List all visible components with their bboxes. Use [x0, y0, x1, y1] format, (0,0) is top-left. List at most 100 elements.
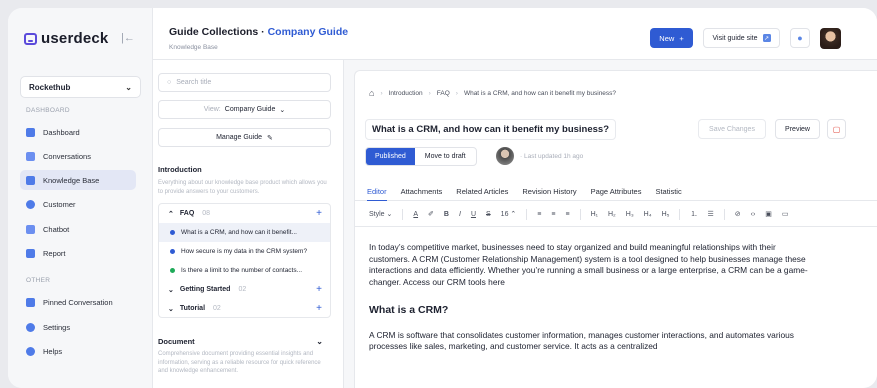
- sidebar-item-settings[interactable]: Settings: [20, 317, 136, 337]
- code-icon[interactable]: ‹›: [751, 211, 756, 218]
- align-left-icon[interactable]: ≡: [537, 211, 541, 218]
- folder-tutorial[interactable]: ⌄ Tutorial 02 +: [159, 299, 330, 318]
- sidebar-item-dashboard[interactable]: Dashboard: [20, 122, 136, 142]
- move-to-draft-button[interactable]: Move to draft: [415, 148, 476, 165]
- collapse-sidebar-icon[interactable]: |←: [121, 32, 135, 44]
- add-article-icon[interactable]: +: [316, 303, 322, 314]
- folder-faq[interactable]: ⌃ FAQ 08 +: [159, 204, 330, 223]
- search-input[interactable]: ○ Search title: [158, 73, 331, 92]
- published-button[interactable]: Published: [366, 148, 415, 165]
- sidebar-item-label: Helps: [43, 346, 63, 356]
- breadcrumb-item[interactable]: Introduction: [389, 90, 423, 97]
- breadcrumb-item[interactable]: FAQ: [437, 90, 450, 97]
- tab-related-articles[interactable]: Related Articles: [456, 183, 508, 201]
- article-item[interactable]: How secure is my data in the CRM system?: [159, 242, 330, 261]
- divider: [579, 208, 581, 220]
- tab-page-attributes[interactable]: Page Attributes: [591, 183, 642, 201]
- heading-3-icon[interactable]: H₃: [626, 211, 634, 218]
- video-icon[interactable]: ▭: [782, 210, 789, 218]
- chevron-up-icon: ⌃: [168, 210, 174, 218]
- help-icon: [26, 346, 35, 356]
- preview-button[interactable]: Preview: [775, 119, 820, 139]
- image-icon[interactable]: ▣: [765, 210, 772, 218]
- visit-guide-site-button[interactable]: Visit guide site ↗: [703, 28, 780, 48]
- introduction-title[interactable]: Introduction: [158, 165, 202, 174]
- chevron-down-icon: ⌄: [168, 286, 174, 294]
- font-size-stepper[interactable]: 16 ⌃: [501, 210, 517, 218]
- text-color-icon[interactable]: A: [413, 211, 418, 218]
- user-avatar[interactable]: [820, 28, 841, 49]
- manage-guide-button[interactable]: Manage Guide ✎: [158, 128, 331, 147]
- numbered-list-icon[interactable]: ⒈: [690, 209, 697, 219]
- manage-guide-label: Manage Guide: [216, 134, 263, 141]
- sidebar-item-label: Knowledge Base: [43, 175, 100, 185]
- sidebar-item-report[interactable]: Report: [20, 243, 136, 263]
- sidebar-item-customer[interactable]: Customer: [20, 194, 136, 214]
- article-item[interactable]: Is there a limit to the number of contac…: [159, 261, 330, 280]
- sidebar-item-pinned-conversation[interactable]: Pinned Conversation: [20, 292, 136, 312]
- workspace-select[interactable]: Rockethub ⌄: [20, 76, 141, 98]
- workspace-name: Rockethub: [29, 82, 71, 92]
- document-description: Comprehensive document providing essenti…: [158, 351, 321, 374]
- sidebar-item-helps[interactable]: Helps: [20, 341, 136, 361]
- heading-2-icon[interactable]: H₂: [608, 211, 616, 218]
- folder-count: 08: [202, 210, 211, 217]
- align-right-icon[interactable]: ≡: [565, 211, 569, 218]
- add-article-icon[interactable]: +: [316, 208, 322, 219]
- bell-icon: ●: [797, 33, 803, 43]
- divider: [526, 208, 528, 220]
- chat-icon: [26, 151, 35, 161]
- save-changes-button[interactable]: Save Changes: [698, 119, 766, 139]
- sidebar: userdeck |← Rockethub ⌄ DASHBOARD Dashbo…: [8, 8, 153, 388]
- article-title: Is there a limit to the number of contac…: [181, 267, 303, 274]
- page-title-accent[interactable]: Company Guide: [268, 26, 349, 38]
- align-center-icon[interactable]: ≡: [551, 211, 555, 218]
- notification-button[interactable]: ●: [790, 28, 810, 48]
- new-button[interactable]: New +: [650, 28, 693, 48]
- article-heading: What is a CRM?: [369, 304, 449, 316]
- heading-4-icon[interactable]: H₄: [644, 211, 652, 218]
- tab-attachments[interactable]: Attachments: [401, 183, 443, 201]
- guide-tree-panel: ○ Search title View: Company Guide ⌄ Man…: [153, 60, 344, 388]
- introduction-description: Everything about our knowledge base prod…: [158, 180, 327, 195]
- sidebar-item-label: Report: [43, 248, 66, 258]
- view-select[interactable]: View: Company Guide ⌄: [158, 100, 331, 119]
- home-icon[interactable]: ⌂: [369, 88, 374, 98]
- sidebar-item-conversations[interactable]: Conversations: [20, 146, 136, 166]
- heading-1-icon[interactable]: H₁: [591, 211, 598, 218]
- brand-name: userdeck: [41, 30, 109, 47]
- add-article-icon[interactable]: +: [316, 284, 322, 295]
- article-body[interactable]: In today’s competitive market, businesse…: [369, 242, 809, 353]
- bold-icon[interactable]: B: [444, 211, 449, 218]
- attachment-icon[interactable]: ⊘: [735, 210, 741, 218]
- document-title: Document: [158, 337, 195, 346]
- status-dot: [170, 230, 175, 235]
- sidebar-item-label: Dashboard: [43, 127, 80, 137]
- other-section-label: OTHER: [26, 277, 51, 284]
- folder-name: Tutorial: [179, 305, 206, 312]
- sidebar-item-chatbot[interactable]: Chatbot: [20, 219, 136, 239]
- italic-icon[interactable]: I: [459, 211, 461, 218]
- underline-icon[interactable]: U: [471, 211, 476, 218]
- article-title: How secure is my data in the CRM system?: [181, 248, 308, 255]
- sidebar-item-label: Customer: [43, 199, 76, 209]
- page-title-prefix: Guide Collections ·: [169, 26, 268, 38]
- tab-editor[interactable]: Editor: [367, 183, 387, 201]
- sidebar-item-knowledge-base[interactable]: Knowledge Base: [20, 170, 136, 190]
- tab-statistic[interactable]: Statistic: [655, 183, 681, 201]
- page-title: Guide Collections · Company Guide: [169, 26, 348, 38]
- article-title-input[interactable]: What is a CRM, and how can it benefit my…: [365, 119, 617, 140]
- bullet-list-icon[interactable]: ☰: [707, 210, 713, 218]
- folder-getting-started[interactable]: ⌄ Getting Started 02 +: [159, 280, 330, 299]
- chevron-down-icon: ⌄: [168, 305, 174, 313]
- heading-5-icon[interactable]: H₅: [662, 211, 670, 218]
- style-dropdown[interactable]: Style ⌄: [369, 210, 392, 218]
- logo[interactable]: userdeck: [24, 30, 108, 47]
- delete-button[interactable]: ▢: [827, 119, 846, 139]
- tab-revision-history[interactable]: Revision History: [522, 183, 576, 201]
- document-section[interactable]: Document ⌄: [158, 337, 331, 346]
- strikethrough-icon[interactable]: S: [486, 211, 491, 218]
- grid-icon: [26, 127, 35, 137]
- highlight-icon[interactable]: ✐: [428, 210, 434, 218]
- article-item[interactable]: What is a CRM, and how can it benefit...: [159, 223, 330, 242]
